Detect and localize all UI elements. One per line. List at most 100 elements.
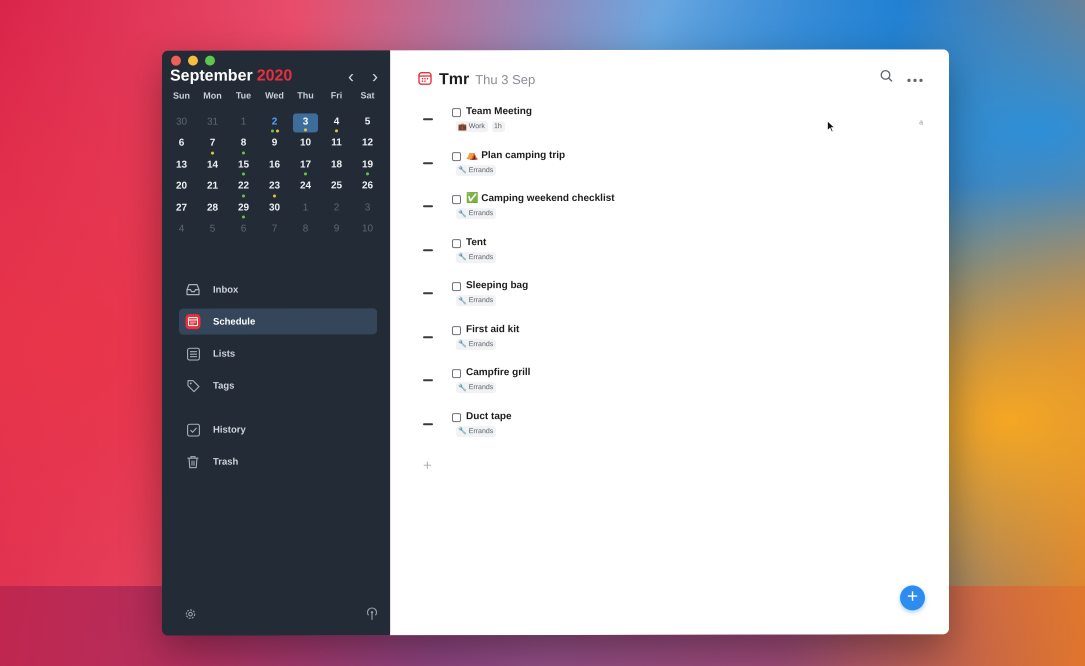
calendar-day[interactable]: 7 bbox=[197, 134, 228, 156]
task-checkbox[interactable] bbox=[452, 238, 461, 248]
calendar-day[interactable]: 30 bbox=[166, 112, 197, 134]
task-row[interactable]: Duct tape 🔧 Errands bbox=[423, 409, 929, 453]
calendar-day[interactable]: 25 bbox=[321, 176, 352, 198]
drag-handle[interactable] bbox=[423, 422, 433, 425]
tag-chip[interactable]: 🔧 Errands bbox=[456, 382, 497, 394]
antenna-icon[interactable] bbox=[366, 607, 378, 625]
tag-chip[interactable]: 🔧 Errands bbox=[456, 338, 497, 350]
calendar-day[interactable]: 23 bbox=[259, 176, 290, 198]
task-row[interactable]: Team Meeting 💼 Work 1h a bbox=[423, 104, 929, 148]
calendar-day[interactable]: 3 bbox=[352, 198, 383, 220]
calendar-day[interactable]: 22 bbox=[228, 177, 259, 199]
calendar-day-selected[interactable]: 3 bbox=[293, 112, 318, 133]
close-window-button[interactable] bbox=[171, 55, 181, 66]
task-title[interactable]: Team Meeting bbox=[466, 106, 532, 117]
calendar-day[interactable]: 10 bbox=[290, 133, 321, 155]
task-title[interactable]: ✅ Camping weekend checklist bbox=[466, 193, 615, 204]
tag-chip[interactable]: 🔧 Errands bbox=[456, 208, 497, 220]
drag-handle[interactable] bbox=[423, 161, 433, 164]
task-checkbox[interactable] bbox=[452, 412, 461, 422]
sidebar-item-trash[interactable]: Trash bbox=[179, 448, 377, 474]
calendar-day[interactable]: 5 bbox=[197, 220, 228, 242]
task-row[interactable]: ⛺ Plan camping trip 🔧 Errands bbox=[423, 148, 929, 192]
task-title[interactable]: Duct tape bbox=[466, 411, 512, 422]
calendar-day[interactable]: 29 bbox=[228, 198, 259, 220]
drag-handle[interactable] bbox=[423, 248, 433, 251]
task-checkbox[interactable] bbox=[452, 151, 461, 161]
task-checkbox[interactable] bbox=[452, 282, 461, 292]
search-icon[interactable] bbox=[880, 69, 893, 87]
calendar-day[interactable]: 18 bbox=[321, 155, 352, 177]
task-title[interactable]: Campfire grill bbox=[466, 367, 530, 378]
calendar-day[interactable]: 15 bbox=[228, 155, 259, 177]
calendar-day[interactable]: 7 bbox=[259, 219, 290, 241]
task-checkbox[interactable] bbox=[452, 369, 461, 379]
new-task-fab[interactable]: + bbox=[900, 585, 925, 611]
task-row[interactable]: First aid kit 🔧 Errands bbox=[423, 322, 929, 366]
calendar-day[interactable]: 8 bbox=[228, 134, 259, 156]
calendar-day[interactable]: 2 bbox=[321, 198, 352, 220]
calendar-day[interactable]: 19 bbox=[352, 155, 383, 177]
duration-chip[interactable]: 1h bbox=[491, 121, 505, 133]
task-row[interactable]: Campfire grill 🔧 Errands bbox=[423, 365, 929, 409]
calendar-day[interactable]: 9 bbox=[259, 133, 290, 155]
task-title[interactable]: Sleeping bag bbox=[466, 280, 528, 291]
calendar-day[interactable]: 11 bbox=[321, 133, 352, 155]
calendar-day[interactable]: 24 bbox=[290, 176, 321, 198]
drag-handle[interactable] bbox=[423, 292, 433, 295]
gear-icon[interactable] bbox=[184, 608, 197, 626]
add-task-button[interactable]: + bbox=[423, 457, 432, 474]
task-checkbox[interactable] bbox=[452, 325, 461, 335]
sidebar-item-inbox[interactable]: Inbox bbox=[179, 276, 377, 302]
calendar-day[interactable]: 30 bbox=[259, 198, 290, 220]
tag-chip[interactable]: 🔧 Errands bbox=[456, 295, 497, 307]
calendar-day[interactable]: 16 bbox=[259, 155, 290, 177]
calendar-day[interactable]: 21 bbox=[197, 177, 228, 199]
sidebar-item-tags[interactable]: Tags bbox=[179, 372, 377, 398]
more-options-icon[interactable] bbox=[907, 69, 923, 87]
task-checkbox[interactable] bbox=[452, 195, 461, 205]
calendar-day[interactable]: 14 bbox=[197, 155, 228, 177]
calendar-day[interactable]: 20 bbox=[166, 177, 197, 199]
calendar-day[interactable]: 1 bbox=[290, 198, 321, 220]
calendar-day[interactable]: 6 bbox=[166, 134, 197, 156]
chevron-left-icon[interactable]: ‹ bbox=[348, 66, 354, 86]
calendar-day[interactable]: 31 bbox=[197, 112, 228, 134]
tag-chip[interactable]: 🔧 Errands bbox=[456, 425, 497, 437]
calendar-day[interactable]: 17 bbox=[290, 155, 321, 177]
chevron-right-icon[interactable]: › bbox=[372, 66, 378, 86]
tag-chip[interactable]: 🔧 Errands bbox=[456, 251, 497, 263]
calendar-day[interactable]: 9 bbox=[321, 219, 352, 241]
minimize-window-button[interactable] bbox=[188, 55, 198, 66]
tag-chip[interactable]: 🔧 Errands bbox=[456, 164, 497, 176]
calendar-day[interactable]: 12 bbox=[352, 133, 383, 155]
task-title[interactable]: ⛺ Plan camping trip bbox=[466, 149, 565, 160]
task-row[interactable]: ✅ Camping weekend checklist 🔧 Errands bbox=[423, 191, 929, 235]
zoom-window-button[interactable] bbox=[205, 55, 215, 66]
task-title[interactable]: Tent bbox=[466, 237, 486, 248]
drag-handle[interactable] bbox=[423, 335, 433, 338]
calendar-day[interactable]: 1 bbox=[228, 112, 259, 134]
calendar-day[interactable]: 4 bbox=[321, 112, 352, 134]
calendar-day[interactable]: 10 bbox=[352, 219, 383, 241]
sidebar-item-lists[interactable]: Lists bbox=[179, 340, 377, 366]
calendar-day[interactable]: 6 bbox=[228, 220, 259, 242]
task-checkbox[interactable] bbox=[452, 108, 461, 118]
drag-handle[interactable] bbox=[423, 205, 433, 208]
sidebar-item-history[interactable]: History bbox=[179, 416, 377, 442]
task-row[interactable]: Sleeping bag 🔧 Errands bbox=[423, 278, 929, 322]
calendar-day[interactable]: 5 bbox=[352, 112, 383, 134]
calendar-day[interactable]: 26 bbox=[352, 176, 383, 198]
calendar-day[interactable]: 4 bbox=[166, 220, 197, 242]
task-title[interactable]: First aid kit bbox=[466, 324, 519, 335]
task-row[interactable]: Tent 🔧 Errands bbox=[423, 235, 929, 279]
tag-chip[interactable]: 💼 Work bbox=[456, 121, 488, 133]
calendar-day[interactable]: 8 bbox=[290, 219, 321, 241]
calendar-day[interactable]: 28 bbox=[197, 198, 228, 220]
calendar-day[interactable]: 13 bbox=[166, 155, 197, 177]
sidebar-item-schedule[interactable]: Schedule bbox=[179, 308, 377, 335]
calendar-day[interactable]: 27 bbox=[166, 198, 197, 220]
drag-handle[interactable] bbox=[423, 379, 433, 382]
calendar-day-today[interactable]: 2 bbox=[259, 112, 290, 134]
drag-handle[interactable] bbox=[423, 118, 433, 121]
